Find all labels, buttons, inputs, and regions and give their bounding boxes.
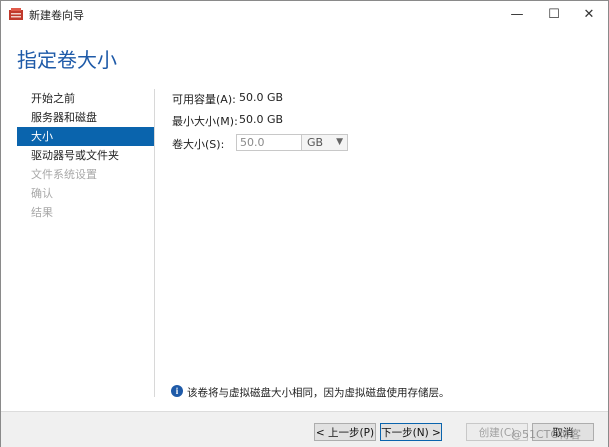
close-button[interactable]: ✕ xyxy=(566,1,609,27)
watermark: @51CTO博客 xyxy=(511,428,582,441)
minimum-size-value: 50.0 GB xyxy=(239,113,284,126)
size-unit-select[interactable]: GB ▼ xyxy=(301,134,348,151)
info-icon: i xyxy=(171,385,183,397)
volume-wizard-icon xyxy=(9,8,23,20)
nav-item-file-system: 文件系统设置 xyxy=(31,168,97,181)
nav-item-confirmation: 确认 xyxy=(31,187,53,200)
window-title: 新建卷向导 xyxy=(29,9,84,22)
minimize-icon: — xyxy=(510,6,524,22)
volume-size-input[interactable]: 50.0 xyxy=(236,134,302,151)
nav-item-results: 结果 xyxy=(31,206,53,219)
volume-size-label: 卷大小(S): xyxy=(172,138,225,151)
size-unit-value: GB xyxy=(307,136,324,149)
info-message: 该卷将与虚拟磁盘大小相同，因为虚拟磁盘使用存储层。 xyxy=(187,387,450,399)
nav-item-before-you-begin[interactable]: 开始之前 xyxy=(17,89,154,108)
available-capacity-value: 50.0 GB xyxy=(239,91,284,104)
title-bar: 新建卷向导 — ☐ ✕ xyxy=(1,1,608,27)
maximize-icon: ☐ xyxy=(548,6,560,22)
chevron-down-icon: ▼ xyxy=(336,137,343,147)
nav-item-server-and-disk[interactable]: 服务器和磁盘 xyxy=(17,108,154,127)
wizard-window: 新建卷向导 — ☐ ✕ 指定卷大小 开始之前 服务器和磁盘 大小 驱动器号或文件… xyxy=(0,0,609,447)
close-icon: ✕ xyxy=(583,6,595,22)
available-capacity-label: 可用容量(A): xyxy=(172,93,236,106)
nav-divider xyxy=(154,89,155,397)
nav-item-size[interactable]: 大小 xyxy=(17,127,154,146)
nav-item-drive-letter[interactable]: 驱动器号或文件夹 xyxy=(17,146,154,165)
page-title: 指定卷大小 xyxy=(17,48,117,72)
minimum-size-label: 最小大小(M): xyxy=(172,115,238,128)
wizard-nav: 开始之前 服务器和磁盘 大小 驱动器号或文件夹 文件系统设置 确认 结果 xyxy=(17,89,154,222)
previous-button[interactable]: < 上一步(P) xyxy=(314,423,376,441)
next-button[interactable]: 下一步(N) > xyxy=(380,423,442,441)
